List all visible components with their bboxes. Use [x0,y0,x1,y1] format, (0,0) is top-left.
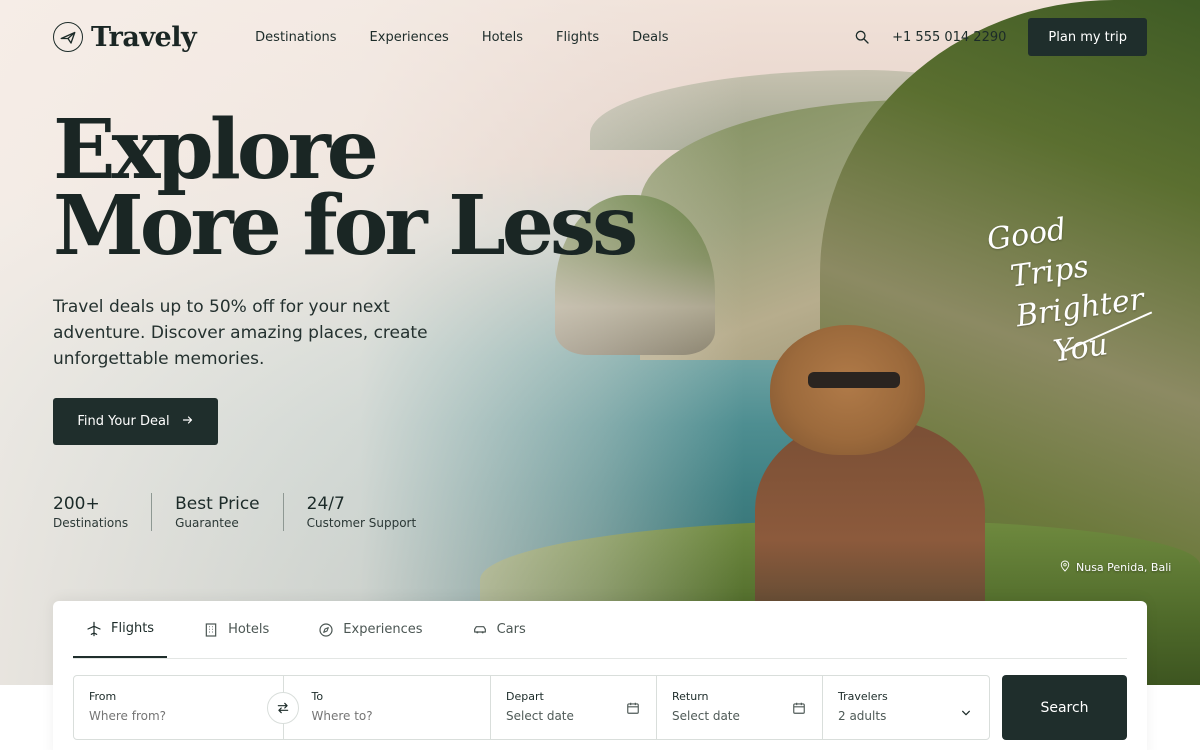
car-icon [472,622,488,638]
compass-icon [318,622,334,638]
stat-value: 24/7 [306,494,345,514]
hero-stats: 200+ Destinations Best Price Guarantee 2… [53,493,439,531]
travelers-value: 2 adults [838,709,887,723]
stat-value: Best Price [175,494,260,514]
search-button[interactable]: Search [1002,675,1127,740]
from-input[interactable] [89,709,229,723]
search-icon[interactable] [854,29,870,45]
stat-label: Guarantee [175,516,239,530]
hero-headline: Explore More for Less [53,102,638,274]
phone-number[interactable]: +1 555 014 2290 [892,30,1006,45]
to-field[interactable]: To [283,676,490,739]
hero-subtext: Travel deals up to 50% off for your next… [53,297,428,369]
from-field[interactable]: From [74,676,299,739]
tab-experiences[interactable]: Experiences [305,601,435,658]
stat-label: Destinations [53,516,129,530]
find-your-deal-label: Find Your Deal [77,414,170,429]
nav-link-deals[interactable]: Deals [632,30,668,45]
depart-label: Depart [506,690,544,703]
nav-link-destinations[interactable]: Destinations [255,30,336,45]
calendar-icon [792,700,806,714]
stat-value: 200+ [53,494,100,514]
depart-date-field[interactable]: Depart Select date [490,676,656,739]
find-your-deal-button[interactable]: Find Your Deal [53,398,218,445]
brand-name: Travely [91,21,197,53]
plan-my-trip-button[interactable]: Plan my trip [1028,18,1147,56]
photo-location: Nusa Penida, Bali [1060,560,1171,575]
return-value: Select date [672,709,740,723]
stat-destinations: 200+ Destinations [53,493,151,531]
nav-link-hotels[interactable]: Hotels [482,30,523,45]
stat-support: 24/7 Customer Support [282,493,440,531]
flight-search-form: From To Depart Select date Return Select… [73,675,990,740]
building-icon [203,622,219,638]
tab-label: Hotels [228,622,270,637]
stat-label: Customer Support [306,516,417,530]
travelers-select[interactable]: Travelers 2 adults [822,676,989,739]
plane-in-circle-icon [53,22,83,52]
tab-label: Flights [111,621,155,636]
headline-line-2: More for Less [53,178,638,274]
stat-best-price: Best Price Guarantee [151,493,283,531]
nav-link-flights[interactable]: Flights [556,30,599,45]
chevron-down-icon [961,703,971,716]
return-label: Return [672,690,709,703]
travelers-label: Travelers [838,690,888,703]
tab-cars[interactable]: Cars [459,601,539,658]
return-date-field[interactable]: Return Select date [656,676,822,739]
calendar-icon [626,700,640,714]
headline-line-1: Explore [53,102,379,198]
nav-links: Destinations Experiences Hotels Flights … [255,30,701,45]
tab-flights[interactable]: Flights [73,601,168,658]
tab-label: Experiences [343,622,423,637]
tab-label: Cars [496,622,526,637]
location-label: Nusa Penida, Bali [1076,561,1172,574]
nav-actions: +1 555 014 2290 Plan my trip [854,18,1147,56]
booking-tabs: Flights Hotels Experiences Cars [73,601,1127,659]
arrow-right-icon [182,414,194,430]
booking-panel: Flights Hotels Experiences Cars From Whe… [53,601,1147,750]
depart-value: Select date [506,709,574,723]
handwritten-note: Good Trips Brighter You [985,201,1153,380]
swap-locations-button[interactable] [267,692,299,724]
to-label: To [311,690,324,703]
top-navigation: Travely Destinations Experiences Hotels … [53,17,1147,57]
to-input[interactable] [311,709,452,723]
from-label: From [89,690,117,703]
brand-logo[interactable]: Travely [53,21,197,53]
nav-link-experiences[interactable]: Experiences [370,30,449,45]
plane-icon [86,621,102,637]
map-pin-icon [1060,560,1070,575]
tab-hotels[interactable]: Hotels [190,601,282,658]
